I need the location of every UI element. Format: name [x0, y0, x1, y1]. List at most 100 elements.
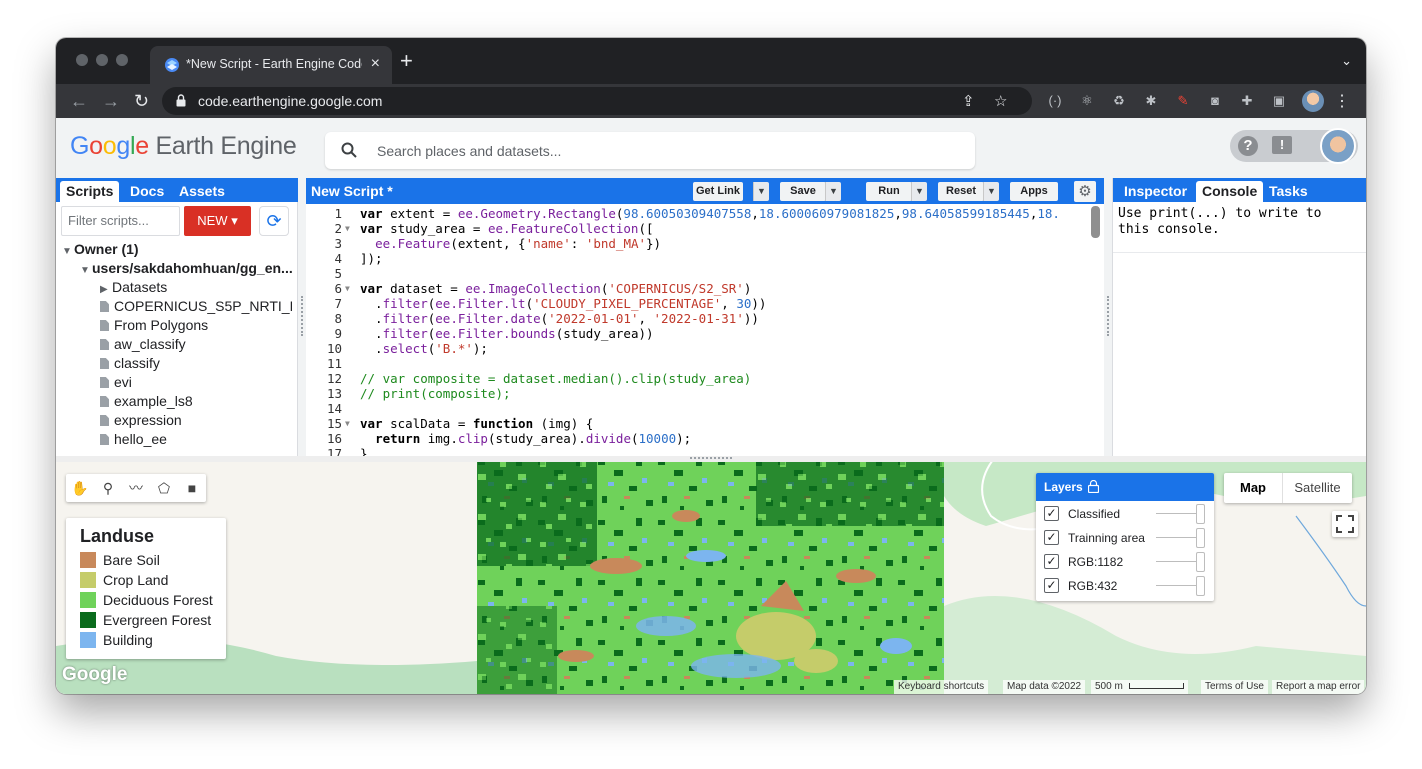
layer-checkbox[interactable]: ✓	[1044, 530, 1059, 545]
fold-icon[interactable]: ▼	[345, 416, 350, 431]
opacity-slider-thumb[interactable]	[1196, 576, 1205, 596]
code-area[interactable]: 1 2 3 4 5 6 7 8 9 10 11 12 13 14 15 16 1…	[306, 204, 1104, 456]
save-dropdown-icon[interactable]: ▼	[825, 182, 841, 201]
run-dropdown-icon[interactable]: ▼	[911, 182, 927, 201]
line-icon[interactable]: 〰	[127, 479, 145, 497]
forward-icon[interactable]: →	[102, 91, 120, 111]
get-link-dropdown-icon[interactable]: ▼	[753, 182, 769, 201]
legend-title: Landuse	[80, 526, 155, 546]
save-button[interactable]: Save	[780, 182, 826, 201]
new-tab-icon[interactable]: +	[400, 50, 413, 72]
tab-search-chevron-icon[interactable]: ⌄	[1341, 53, 1352, 69]
layer-checkbox[interactable]: ✓	[1044, 578, 1059, 593]
settings-gear-icon[interactable]: ⚙	[1074, 181, 1096, 202]
address-bar[interactable]: code.earthengine.google.com ⇪ ☆	[162, 87, 1032, 115]
reload-icon[interactable]: ↻	[134, 91, 149, 111]
report-error-link[interactable]: Report a map error	[1272, 680, 1365, 694]
tree-folder-datasets[interactable]: ▶ Datasets	[100, 278, 167, 297]
opacity-slider-thumb[interactable]	[1196, 552, 1205, 572]
polygon-icon[interactable]: ⬠	[155, 479, 173, 497]
tree-file[interactable]: classify	[100, 354, 160, 373]
zoom-window-icon[interactable]	[116, 54, 128, 66]
lock-icon[interactable]	[1088, 480, 1099, 493]
reset-button[interactable]: Reset	[938, 182, 984, 201]
tab-tasks[interactable]: Tasks	[1263, 181, 1314, 202]
map-type-map-button[interactable]: Map	[1224, 473, 1282, 503]
reset-dropdown-icon[interactable]: ▼	[983, 182, 999, 201]
rectangle-icon[interactable]: ■	[183, 479, 201, 497]
left-panel-tabs: Scripts Docs Assets	[56, 178, 298, 202]
tab-docs[interactable]: Docs	[124, 181, 170, 202]
back-icon[interactable]: ←	[70, 91, 88, 111]
camera-icon[interactable]: ◙	[1206, 92, 1224, 110]
feedback-icon[interactable]: !	[1272, 136, 1292, 154]
side-panel-icon[interactable]: ▣	[1270, 92, 1288, 110]
tree-owner-group[interactable]: ▼ Owner (1)	[62, 240, 139, 259]
opacity-slider-track[interactable]	[1156, 513, 1198, 514]
layers-header[interactable]: Layers	[1036, 473, 1214, 501]
help-icon[interactable]: ?	[1238, 136, 1258, 156]
fold-icon[interactable]: ▼	[345, 281, 350, 296]
get-link-button[interactable]: Get Link	[693, 182, 743, 201]
bug-extension-icon[interactable]: ✱	[1142, 92, 1160, 110]
extensions-puzzle-icon[interactable]: ✚	[1238, 92, 1256, 110]
editor-scrollbar[interactable]	[1091, 206, 1100, 238]
tree-file[interactable]: From Polygons	[100, 316, 208, 335]
file-icon	[100, 301, 109, 312]
earth-engine-logo[interactable]: Google Earth Engine	[70, 132, 297, 161]
new-button[interactable]: NEW ▾	[184, 206, 251, 236]
tree-file[interactable]: hello_ee	[100, 430, 167, 449]
tree-file[interactable]: expression	[100, 411, 182, 430]
profile-avatar[interactable]	[1302, 90, 1324, 112]
layer-checkbox[interactable]: ✓	[1044, 554, 1059, 569]
tab-close-icon[interactable]: ×	[371, 55, 380, 73]
fold-icon[interactable]: ▼	[345, 221, 350, 236]
terms-link[interactable]: Terms of Use	[1201, 680, 1268, 694]
scale-bar[interactable]: 500 m	[1091, 680, 1188, 694]
right-splitter[interactable]	[1104, 178, 1112, 456]
minimize-window-icon[interactable]	[96, 54, 108, 66]
react-devtools-icon[interactable]: ⚛	[1078, 92, 1096, 110]
layer-checkbox[interactable]: ✓	[1044, 506, 1059, 521]
chrome-menu-icon[interactable]: ⋮	[1334, 91, 1350, 111]
hand-icon[interactable]: ✋	[71, 479, 89, 497]
tree-file[interactable]: evi	[100, 373, 132, 392]
share-icon[interactable]: ⇪	[962, 92, 975, 110]
map-type-satellite-button[interactable]: Satellite	[1282, 473, 1352, 503]
tab-scripts[interactable]: Scripts	[60, 181, 120, 202]
tree-file[interactable]: COPERNICUS_S5P_NRTI_L...	[100, 297, 292, 316]
fullscreen-button[interactable]	[1332, 511, 1358, 537]
opacity-slider-track[interactable]	[1156, 537, 1198, 538]
opacity-slider-thumb[interactable]	[1196, 528, 1205, 548]
color-picker-icon[interactable]: ✎	[1174, 92, 1192, 110]
layers-title: Layers	[1044, 480, 1083, 494]
tab-console[interactable]: Console	[1196, 181, 1264, 202]
console-message: Use print(...) to write to this console.	[1118, 206, 1322, 237]
refresh-icon[interactable]: ⟳	[259, 206, 289, 236]
map-view[interactable]: ✋ ⚲ 〰 ⬠ ■ Landuse Bare Soil Crop Land De…	[56, 456, 1366, 694]
close-window-icon[interactable]	[76, 54, 88, 66]
opacity-slider-thumb[interactable]	[1196, 504, 1205, 524]
left-splitter[interactable]	[298, 178, 306, 456]
marker-icon[interactable]: ⚲	[99, 479, 117, 497]
tree-repo[interactable]: ▼ users/sakdahomhuan/gg_en...	[80, 259, 292, 278]
bookmark-star-icon[interactable]: ☆	[994, 92, 1007, 110]
tree-file[interactable]: example_ls8	[100, 392, 193, 411]
tab-assets[interactable]: Assets	[173, 181, 231, 202]
keyboard-shortcuts-link[interactable]: Keyboard shortcuts	[894, 680, 989, 694]
line-number: 2	[334, 221, 342, 236]
opacity-slider-track[interactable]	[1156, 561, 1198, 562]
search-box[interactable]: Search places and datasets...	[325, 132, 975, 169]
legend-item: Building	[80, 632, 153, 652]
opacity-slider-track[interactable]	[1156, 585, 1198, 586]
extension-icon[interactable]: (·)	[1046, 92, 1064, 110]
tree-file[interactable]: aw_classify	[100, 335, 186, 354]
browser-tab[interactable]: *New Script - Earth Engine Code Editor ×	[150, 46, 392, 84]
tab-inspector[interactable]: Inspector	[1118, 181, 1193, 202]
run-button[interactable]: Run	[866, 182, 912, 201]
filter-scripts-input[interactable]: Filter scripts...	[61, 206, 180, 236]
map-splitter[interactable]	[56, 456, 1366, 462]
recycle-extension-icon[interactable]: ♻	[1110, 92, 1128, 110]
apps-button[interactable]: Apps	[1010, 182, 1058, 201]
account-avatar[interactable]	[1320, 128, 1356, 164]
